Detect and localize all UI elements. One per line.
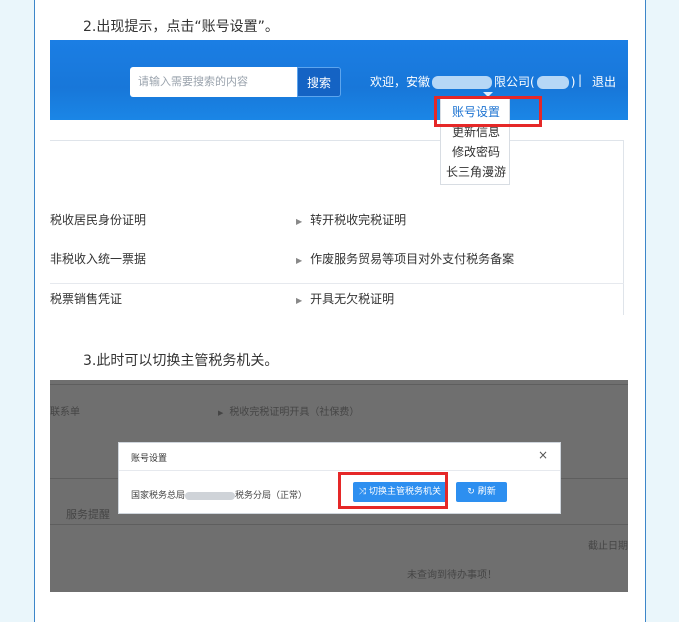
menu-item-yangtze-roaming[interactable]: 长三角漫游 xyxy=(441,163,511,180)
panel-divider xyxy=(50,283,624,284)
redacted-office-name xyxy=(185,491,236,500)
company-suffix: 限公司( xyxy=(494,75,535,89)
search-button[interactable]: 搜索 xyxy=(297,67,341,97)
screenshot-account-menu: 请输入需要搜索的内容 搜索 欢迎，安徽 限公司() | 退出 税收居民身份证明 非… xyxy=(50,40,628,315)
step-2-heading: 2.出现提示，点击“账号设置”。 xyxy=(83,19,279,35)
service-link-left-2[interactable]: 非税收入统一票据 xyxy=(50,250,146,267)
service-link-right-1[interactable]: ▶ 转开税收完税证明 xyxy=(296,211,406,228)
header-separator: | xyxy=(578,73,583,87)
welcome-prefix: 欢迎，安徽 xyxy=(370,75,431,89)
highlight-box-switch-button xyxy=(338,472,448,509)
service-link-right-3[interactable]: ▶ 开具无欠税证明 xyxy=(296,290,394,307)
service-link-left-3[interactable]: 税票销售凭证 xyxy=(50,290,122,307)
triangle-right-icon: ▶ xyxy=(218,409,224,417)
bg-text-left: 联系单 xyxy=(50,407,80,418)
logout-link[interactable]: 退出 xyxy=(592,73,616,90)
column-header-deadline: 截止日期 xyxy=(588,541,628,552)
welcome-text: 欢迎，安徽 限公司() xyxy=(370,73,575,90)
service-label: 作废服务贸易等项目对外支付税务备案 xyxy=(310,252,515,266)
service-label: 转开税收完税证明 xyxy=(310,213,407,227)
tab-service-reminder[interactable]: 服务提醒 xyxy=(66,506,110,522)
tax-office-text: 国家税务总局 税务分局（正常） xyxy=(131,488,307,501)
step-3-heading: 3.此时可以切换主管税务机关。 xyxy=(83,353,279,369)
redacted-company-name xyxy=(432,76,493,89)
bg-divider xyxy=(50,524,628,525)
redacted-account-id xyxy=(536,76,569,89)
close-paren: ) xyxy=(570,75,576,89)
bg-text-label: 税收完税证明开具（社保费） xyxy=(229,407,360,418)
dialog-title: 账号设置 xyxy=(131,454,168,464)
triangle-right-icon: ▶ xyxy=(296,256,303,265)
org-prefix: 国家税务总局 xyxy=(131,491,186,501)
screenshot-account-settings-dialog: 联系单 ▶ 税收完税证明开具（社保费） 服务提醒 截止日期 未查询到待办事项！ 账… xyxy=(50,380,628,592)
dialog-header: 账号设置 × xyxy=(119,443,560,471)
bg-text-right: ▶ 税收完税证明开具（社保费） xyxy=(218,403,359,418)
refresh-icon: ↻ xyxy=(467,487,478,497)
search-input[interactable]: 请输入需要搜索的内容 xyxy=(130,67,298,97)
triangle-right-icon: ▶ xyxy=(296,217,303,226)
org-suffix: 税务分局（正常） xyxy=(235,491,308,501)
menu-item-change-password[interactable]: 修改密码 xyxy=(441,143,511,160)
highlight-box-account-settings xyxy=(434,96,542,127)
bg-divider xyxy=(50,384,628,385)
refresh-button[interactable]: ↻ 刷新 xyxy=(456,482,507,502)
service-link-right-2[interactable]: ▶ 作废服务贸易等项目对外支付税务备案 xyxy=(296,250,514,267)
service-label: 开具无欠税证明 xyxy=(310,292,395,306)
service-link-left-1[interactable]: 税收居民身份证明 xyxy=(50,211,146,228)
triangle-right-icon: ▶ xyxy=(296,296,303,305)
empty-state-message: 未查询到待办事项！ xyxy=(407,570,497,581)
close-icon[interactable]: × xyxy=(538,448,548,462)
refresh-label: 刷新 xyxy=(477,487,496,497)
